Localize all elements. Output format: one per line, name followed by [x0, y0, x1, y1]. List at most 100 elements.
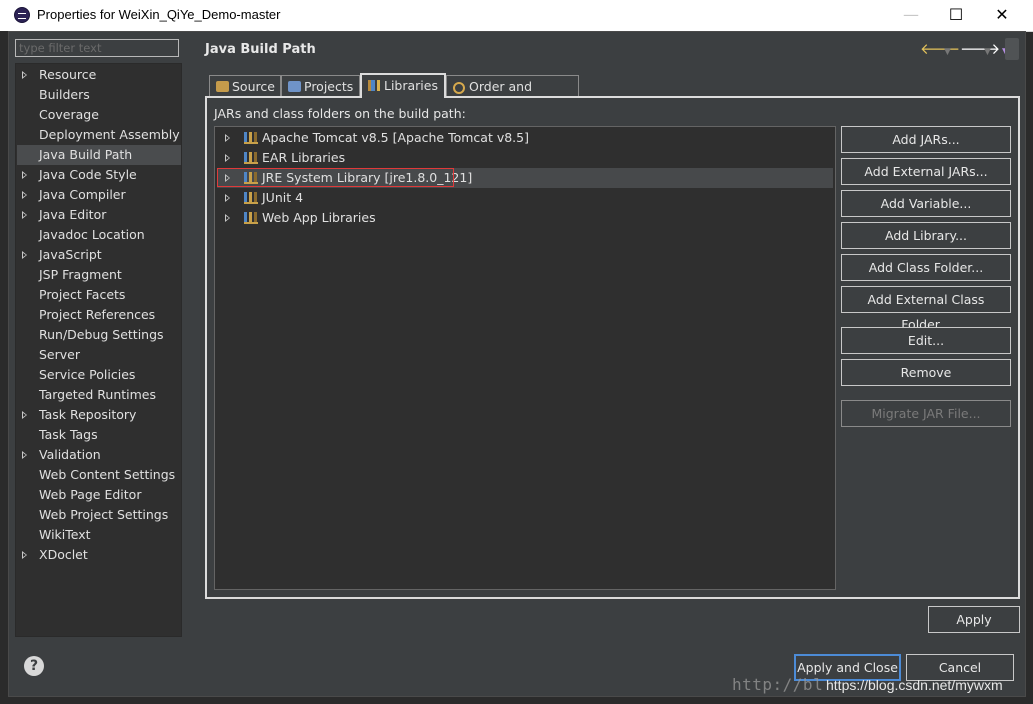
sidebar-item[interactable]: Task Tags	[17, 425, 181, 445]
sidebar-item[interactable]: Web Project Settings	[17, 505, 181, 525]
sidebar-item-label: Project Facets	[39, 287, 126, 302]
sidebar-item[interactable]: Task Repository	[17, 405, 181, 425]
expand-arrow-icon[interactable]	[225, 134, 230, 142]
forward-history-dropdown-icon[interactable]: ▼	[984, 43, 991, 61]
add-variable-button[interactable]: Add Variable...	[841, 190, 1011, 217]
sidebar-item[interactable]: XDoclet	[17, 545, 181, 565]
bottom-strip	[0, 697, 1033, 704]
projects-icon	[288, 81, 301, 92]
tab-label: Source	[232, 79, 275, 94]
library-item[interactable]: Web App Libraries	[217, 208, 833, 228]
sidebar-item[interactable]: Web Page Editor	[17, 485, 181, 505]
property-pages-tree: Resource Builders Coverage Deployment Assem…	[15, 63, 182, 637]
tab-label: Projects	[304, 79, 354, 94]
sidebar-item[interactable]: Resource	[17, 65, 181, 85]
sidebar-item-label: JSP Fragment	[39, 267, 122, 282]
sidebar-item-label: Web Content Settings	[39, 467, 176, 482]
expand-arrow-icon[interactable]	[22, 411, 27, 419]
sidebar-item-label: JavaScript	[39, 247, 102, 262]
sidebar-item-label: Validation	[39, 447, 101, 462]
sidebar-item[interactable]: Run/Debug Settings	[17, 325, 181, 345]
tab-projects[interactable]: Projects	[281, 75, 360, 97]
library-item[interactable]: JRE System Library [jre1.8.0_121]	[217, 168, 833, 188]
library-item[interactable]: EAR Libraries	[217, 148, 833, 168]
library-item-label: Web App Libraries	[262, 210, 376, 225]
sidebar-item[interactable]: Java Code Style	[17, 165, 181, 185]
scrollbar[interactable]	[1005, 38, 1019, 60]
sidebar-item-label: Java Build Path	[39, 147, 133, 162]
sidebar-item-label: Web Page Editor	[39, 487, 142, 502]
expand-arrow-icon[interactable]	[22, 71, 27, 79]
sidebar-item-label: Service Policies	[39, 367, 136, 382]
section-label: JARs and class folders on the build path…	[214, 106, 466, 121]
expand-arrow-icon[interactable]	[22, 171, 27, 179]
expand-arrow-icon[interactable]	[225, 174, 230, 182]
expand-arrow-icon[interactable]	[225, 194, 230, 202]
sidebar-item[interactable]: JSP Fragment	[17, 265, 181, 285]
library-item[interactable]: JUnit 4	[217, 188, 833, 208]
expand-arrow-icon[interactable]	[225, 154, 230, 162]
add-external-class-folder-button[interactable]: Add External Class Folder...	[841, 286, 1011, 332]
sidebar-item[interactable]: Java Editor	[17, 205, 181, 225]
expand-arrow-icon[interactable]	[225, 214, 230, 222]
source-icon	[216, 81, 229, 92]
library-item[interactable]: Apache Tomcat v8.5 [Apache Tomcat v8.5]	[217, 128, 833, 148]
add-class-folder-button[interactable]: Add Class Folder...	[841, 254, 1011, 281]
sidebar-item[interactable]: JavaScript	[17, 245, 181, 265]
help-icon[interactable]: ?	[24, 656, 44, 676]
edit-button[interactable]: Edit...	[841, 327, 1011, 354]
libraries-icon	[368, 80, 381, 91]
sidebar-item[interactable]: Javadoc Location	[17, 225, 181, 245]
sidebar-item-label: Java Code Style	[39, 167, 137, 182]
close-button[interactable]: ✕	[979, 0, 1025, 31]
sidebar-item[interactable]: Deployment Assembly	[17, 125, 181, 145]
eclipse-app-icon	[14, 7, 30, 23]
expand-arrow-icon[interactable]	[22, 551, 27, 559]
remove-button[interactable]: Remove	[841, 359, 1011, 386]
forward-arrow-icon[interactable]: 🡒	[960, 40, 1000, 58]
tab-order-and-export[interactable]: Order and Export	[446, 75, 579, 116]
background-editor-peek	[0, 31, 8, 704]
sidebar-item[interactable]: WikiText	[17, 525, 181, 545]
sidebar-item-label: Resource	[39, 67, 97, 82]
migrate-jar-button[interactable]: Migrate JAR File...	[841, 400, 1011, 427]
sidebar-item[interactable]: Server	[17, 345, 181, 365]
back-arrow-icon[interactable]: 🡐	[920, 40, 960, 58]
watermark-left: http://bl	[732, 675, 824, 694]
library-icon	[244, 172, 258, 184]
sidebar-item[interactable]: Targeted Runtimes	[17, 385, 181, 405]
sidebar-item[interactable]: Coverage	[17, 105, 181, 125]
expand-arrow-icon[interactable]	[22, 451, 27, 459]
tab-label: Libraries	[384, 78, 438, 93]
minimize-button[interactable]: —	[888, 0, 934, 31]
tab-libraries[interactable]: Libraries	[360, 73, 446, 98]
add-library-button[interactable]: Add Library...	[841, 222, 1011, 249]
sidebar-item-label: Builders	[39, 87, 90, 102]
expand-arrow-icon[interactable]	[22, 211, 27, 219]
sidebar-item[interactable]: Builders	[17, 85, 181, 105]
sidebar-item[interactable]: Service Policies	[17, 365, 181, 385]
order-export-icon	[453, 82, 465, 94]
sidebar-item[interactable]: Java Build Path	[17, 145, 181, 165]
sidebar-item-label: Coverage	[39, 107, 99, 122]
maximize-button[interactable]: ☐	[933, 0, 979, 31]
add-external-jars-button[interactable]: Add External JARs...	[841, 158, 1011, 185]
sidebar-item-label: Java Compiler	[39, 187, 126, 202]
expand-arrow-icon[interactable]	[22, 191, 27, 199]
library-icon	[244, 192, 258, 204]
back-history-dropdown-icon[interactable]: ▼	[944, 43, 951, 61]
apply-button[interactable]: Apply	[928, 606, 1020, 633]
filter-input[interactable]: type filter text	[15, 39, 179, 57]
sidebar-item[interactable]: Validation	[17, 445, 181, 465]
filter-placeholder: type filter text	[19, 41, 102, 55]
sidebar-item[interactable]: Project References	[17, 305, 181, 325]
sidebar-item[interactable]: Web Content Settings	[17, 465, 181, 485]
add-jars-button[interactable]: Add JARs...	[841, 126, 1011, 153]
sidebar-item-label: Javadoc Location	[39, 227, 145, 242]
expand-arrow-icon[interactable]	[22, 251, 27, 259]
library-item-label: JUnit 4	[262, 190, 304, 205]
watermark-url: https://blog.csdn.net/mywxm	[826, 677, 1003, 693]
tab-source[interactable]: Source	[209, 75, 281, 97]
sidebar-item[interactable]: Java Compiler	[17, 185, 181, 205]
sidebar-item[interactable]: Project Facets	[17, 285, 181, 305]
